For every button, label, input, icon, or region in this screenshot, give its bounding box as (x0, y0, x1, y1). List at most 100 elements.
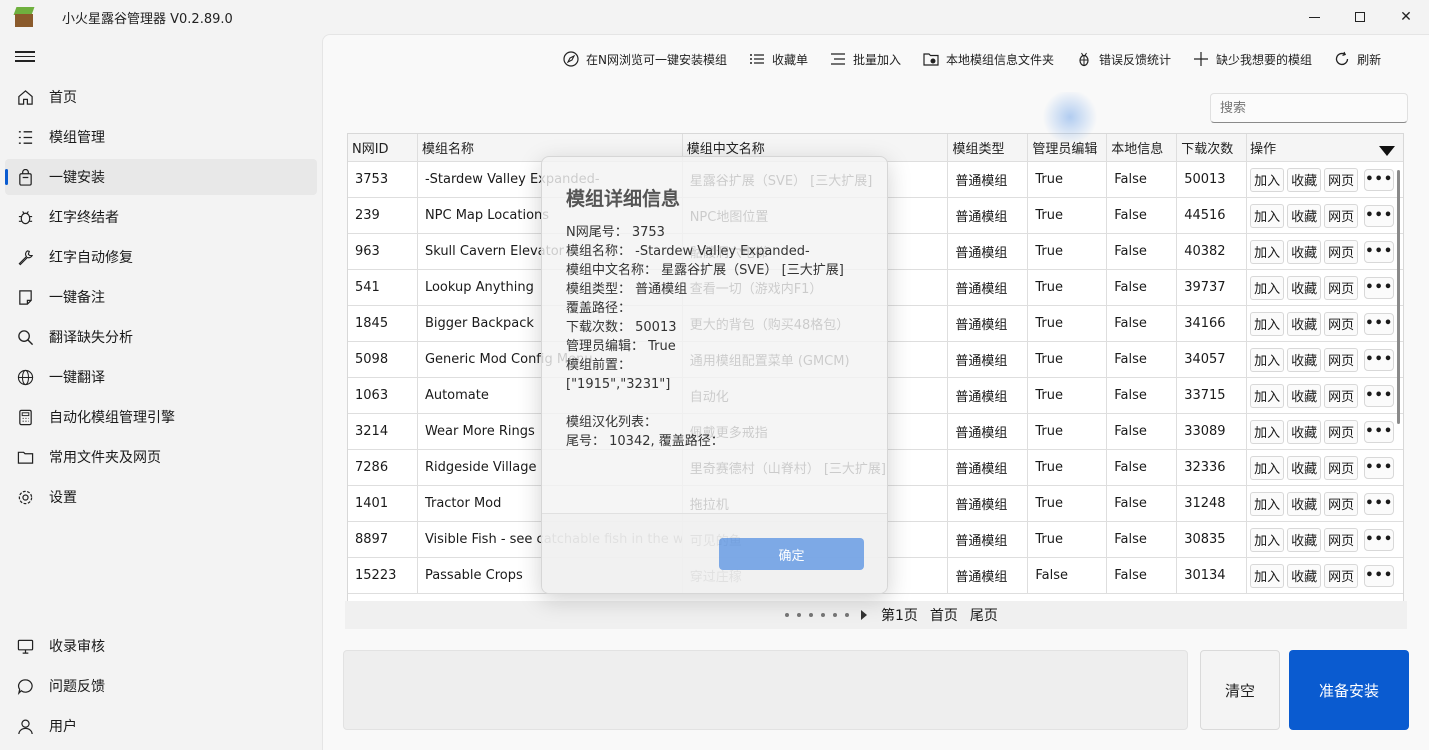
more-options-button[interactable]: ••• (1364, 420, 1395, 443)
more-options-button[interactable]: ••• (1364, 456, 1395, 479)
column-header[interactable]: 管理员编辑 (1028, 134, 1108, 161)
cell-local: False (1107, 558, 1178, 593)
sidebar-item-list[interactable]: 模组管理 (5, 119, 317, 155)
cell-type: 普通模组 (948, 342, 1029, 377)
sidebar-item-folder[interactable]: 常用文件夹及网页 (5, 439, 317, 475)
more-options-button[interactable]: ••• (1364, 384, 1395, 407)
minimize-button[interactable] (1291, 0, 1337, 34)
favorites-button[interactable]: 收藏单 (749, 51, 808, 68)
next-page-icon[interactable] (861, 610, 867, 620)
favorite-button[interactable]: 收藏 (1287, 419, 1322, 444)
webpage-button[interactable]: 网页 (1324, 203, 1359, 228)
missing-mod-label: 缺少我想要的模组 (1216, 52, 1313, 67)
add-button[interactable]: 加入 (1250, 563, 1285, 588)
cell-type: 普通模组 (948, 414, 1029, 449)
more-options-button[interactable]: ••• (1364, 348, 1395, 371)
more-options-button[interactable]: ••• (1364, 528, 1395, 551)
webpage-button[interactable]: 网页 (1324, 347, 1359, 372)
add-button[interactable]: 加入 (1250, 347, 1285, 372)
sidebar-item-bug[interactable]: 红字终结者 (5, 199, 317, 235)
webpage-button[interactable]: 网页 (1324, 491, 1359, 516)
webpage-button[interactable]: 网页 (1324, 275, 1359, 300)
batch-add-button[interactable]: 批量加入 (830, 51, 901, 68)
sidebar-item-wrench[interactable]: 红字自动修复 (5, 239, 317, 275)
favorite-button[interactable]: 收藏 (1287, 203, 1322, 228)
table-scrollbar[interactable] (1397, 170, 1400, 424)
favorite-button[interactable]: 收藏 (1287, 311, 1322, 336)
webpage-button[interactable]: 网页 (1324, 527, 1359, 552)
more-options-button[interactable]: ••• (1364, 276, 1395, 299)
refresh-icon (1335, 51, 1349, 66)
more-options-button[interactable]: ••• (1364, 240, 1395, 263)
add-button[interactable]: 加入 (1250, 527, 1285, 552)
column-header[interactable]: 本地信息 (1107, 134, 1178, 161)
user-icon (16, 717, 34, 735)
more-options-button[interactable]: ••• (1364, 168, 1395, 191)
sidebar-item-chat[interactable]: 问题反馈 (5, 668, 317, 704)
local-folder-button[interactable]: 本地模组信息文件夹 (923, 51, 1054, 68)
add-button[interactable]: 加入 (1250, 419, 1285, 444)
sidebar-item-home[interactable]: 首页 (5, 79, 317, 115)
maximize-button[interactable] (1337, 0, 1383, 34)
webpage-button[interactable]: 网页 (1324, 239, 1359, 264)
sort-arrow-icon[interactable] (1379, 146, 1395, 156)
favorite-button[interactable]: 收藏 (1287, 455, 1322, 480)
webpage-button[interactable]: 网页 (1324, 383, 1359, 408)
favorite-button[interactable]: 收藏 (1287, 383, 1322, 408)
favorites-label: 收藏单 (771, 52, 808, 67)
sidebar-item-bag[interactable]: 一键安装 (5, 159, 317, 195)
missing-mod-button[interactable]: 缺少我想要的模组 (1193, 51, 1312, 68)
add-button[interactable]: 加入 (1250, 383, 1285, 408)
first-page-link[interactable]: 首页 (930, 605, 958, 625)
favorite-button[interactable]: 收藏 (1287, 527, 1322, 552)
prepare-install-button[interactable]: 准备安装 (1289, 650, 1409, 730)
column-header[interactable]: N网ID (348, 134, 418, 161)
cell-admin: True (1028, 342, 1108, 377)
more-options-button[interactable]: ••• (1364, 312, 1395, 335)
selected-mods-box[interactable] (343, 650, 1188, 730)
webpage-button[interactable]: 网页 (1324, 455, 1359, 480)
add-button[interactable]: 加入 (1250, 167, 1285, 192)
refresh-button[interactable]: 刷新 (1334, 51, 1381, 68)
add-button[interactable]: 加入 (1250, 239, 1285, 264)
add-button[interactable]: 加入 (1250, 455, 1285, 480)
add-button[interactable]: 加入 (1250, 311, 1285, 336)
favorite-button[interactable]: 收藏 (1287, 491, 1322, 516)
sidebar-item-gear[interactable]: 设置 (5, 479, 317, 515)
hamburger-menu-icon[interactable] (15, 48, 35, 64)
sidebar-item-calculator[interactable]: 自动化模组管理引擎 (5, 399, 317, 435)
webpage-button[interactable]: 网页 (1324, 419, 1359, 444)
favorite-button[interactable]: 收藏 (1287, 167, 1322, 192)
sidebar-item-monitor[interactable]: 收录审核 (5, 628, 317, 664)
close-button[interactable]: ✕ (1383, 0, 1429, 34)
dialog-line: 模组中文名称： 星露谷扩展（SVE） [三大扩展] (566, 263, 844, 278)
sidebar-item-label: 红字终结者 (49, 210, 119, 226)
favorite-button[interactable]: 收藏 (1287, 563, 1322, 588)
error-stats-button[interactable]: 错误反馈统计 (1076, 51, 1171, 68)
webpage-button[interactable]: 网页 (1324, 167, 1359, 192)
favorite-button[interactable]: 收藏 (1287, 347, 1322, 372)
webpage-button[interactable]: 网页 (1324, 311, 1359, 336)
column-header[interactable]: 模组类型 (948, 134, 1029, 161)
search-input[interactable] (1210, 93, 1408, 123)
add-button[interactable]: 加入 (1250, 491, 1285, 516)
more-options-button[interactable]: ••• (1364, 564, 1395, 587)
more-options-button[interactable]: ••• (1364, 204, 1395, 227)
more-options-button[interactable]: ••• (1364, 492, 1395, 515)
browse-nexus-button[interactable]: 在N网浏览可一键安装模组 (563, 51, 727, 68)
webpage-button[interactable]: 网页 (1324, 563, 1359, 588)
last-page-link[interactable]: 尾页 (970, 605, 998, 625)
clear-button[interactable]: 清空 (1200, 650, 1280, 730)
confirm-button[interactable]: 确定 (719, 538, 864, 570)
favorite-button[interactable]: 收藏 (1287, 239, 1322, 264)
bag-icon (16, 168, 34, 186)
sidebar-item-globe[interactable]: 一键翻译 (5, 359, 317, 395)
column-header[interactable]: 下载次数 (1177, 134, 1248, 161)
add-button[interactable]: 加入 (1250, 275, 1285, 300)
add-button[interactable]: 加入 (1250, 203, 1285, 228)
sidebar-item-user[interactable]: 用户 (5, 708, 317, 744)
sidebar-item-note[interactable]: 一键备注 (5, 279, 317, 315)
sidebar-item-search[interactable]: 翻译缺失分析 (5, 319, 317, 355)
title-bar: 小火星露谷管理器 V0.2.89.0 ✕ (0, 0, 1429, 34)
favorite-button[interactable]: 收藏 (1287, 275, 1322, 300)
